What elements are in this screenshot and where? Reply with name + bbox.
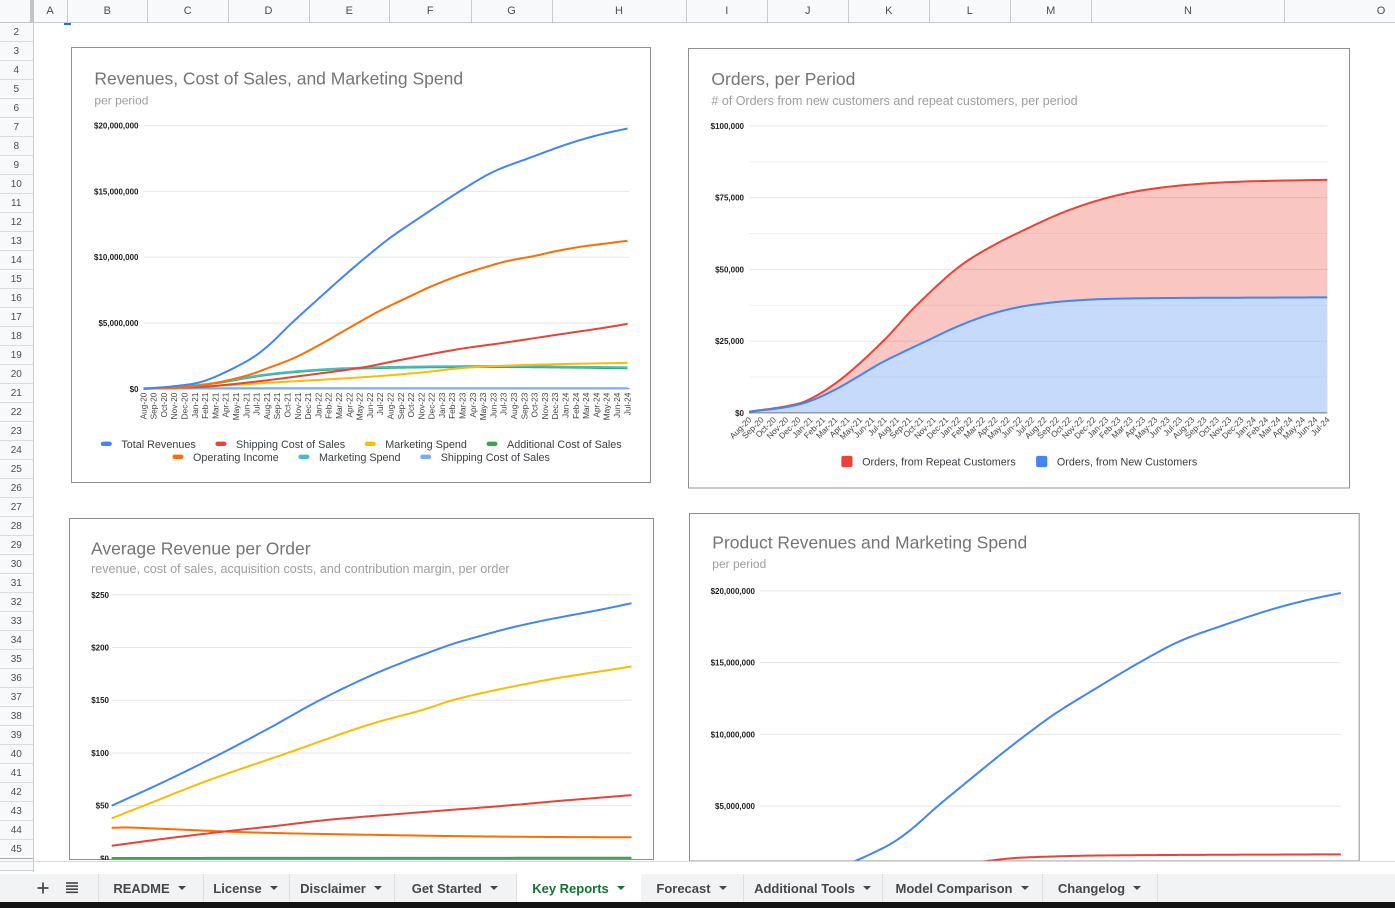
svg-text:Marketing Spend: Marketing Spend: [385, 439, 467, 451]
svg-text:Jan-22: Jan-22: [313, 392, 323, 418]
svg-text:$10,000,000: $10,000,000: [711, 730, 756, 739]
svg-text:Apr-23: Apr-23: [468, 392, 478, 417]
svg-text:$5,000,000: $5,000,000: [98, 319, 139, 328]
svg-text:Average Revenue per Order: Average Revenue per Order: [91, 538, 311, 558]
svg-text:Nov-23: Nov-23: [540, 392, 550, 419]
svg-text:Jul-23: Jul-23: [499, 392, 509, 415]
svg-text:Nov-20: Nov-20: [169, 392, 179, 419]
svg-text:Jun-24: Jun-24: [612, 392, 622, 418]
svg-text:$0: $0: [735, 409, 744, 418]
svg-text:Sep-22: Sep-22: [396, 392, 406, 419]
svg-text:Sep-23: Sep-23: [519, 392, 529, 419]
svg-text:Jul-24: Jul-24: [622, 392, 632, 415]
svg-text:Oct-21: Oct-21: [282, 392, 292, 417]
svg-text:Nov-21: Nov-21: [293, 392, 303, 419]
svg-text:revenue, cost of sales, acquis: revenue, cost of sales, acquisition cost…: [91, 561, 510, 575]
svg-text:Orders, per Period: Orders, per Period: [711, 69, 855, 89]
svg-text:per period: per period: [94, 94, 148, 108]
svg-text:Feb-24: Feb-24: [571, 392, 581, 419]
svg-text:Shipping Cost of Sales: Shipping Cost of Sales: [441, 452, 551, 464]
svg-text:May-24: May-24: [602, 392, 612, 420]
svg-text:Mar-23: Mar-23: [458, 392, 468, 419]
svg-text:Nov-22: Nov-22: [416, 392, 426, 419]
svg-text:May-22: May-22: [355, 392, 365, 420]
svg-text:Mar-24: Mar-24: [581, 392, 591, 419]
svg-text:Jun-22: Jun-22: [365, 392, 375, 418]
svg-text:Revenues, Cost of Sales, and M: Revenues, Cost of Sales, and Marketing S…: [94, 69, 463, 89]
svg-text:per period: per period: [712, 557, 766, 571]
svg-text:$200: $200: [91, 643, 109, 652]
svg-text:Aug-22: Aug-22: [385, 392, 395, 419]
svg-text:Apr-22: Apr-22: [344, 392, 354, 417]
svg-text:Jun-23: Jun-23: [488, 392, 498, 418]
svg-text:Orders, from Repeat Customers: Orders, from Repeat Customers: [862, 457, 1016, 469]
svg-text:Jul-22: Jul-22: [375, 392, 385, 415]
svg-text:$20,000,000: $20,000,000: [711, 587, 756, 596]
svg-text:Feb-23: Feb-23: [447, 392, 457, 419]
svg-text:$0: $0: [130, 385, 139, 394]
svg-text:$150: $150: [91, 696, 109, 705]
svg-text:Dec-20: Dec-20: [179, 392, 189, 419]
svg-text:$10,000,000: $10,000,000: [94, 253, 139, 262]
svg-text:Jul-21: Jul-21: [252, 392, 262, 415]
svg-text:$5,000,000: $5,000,000: [715, 802, 756, 811]
svg-text:Jan-23: Jan-23: [437, 392, 447, 418]
svg-text:Mar-21: Mar-21: [210, 392, 220, 419]
svg-text:$75,000: $75,000: [715, 194, 744, 203]
svg-text:$100: $100: [91, 748, 109, 757]
svg-text:Total Revenues: Total Revenues: [121, 439, 196, 451]
svg-text:$50,000: $50,000: [715, 265, 744, 274]
svg-text:$0: $0: [100, 854, 109, 860]
svg-text:Oct-23: Oct-23: [530, 392, 540, 417]
svg-text:Apr-24: Apr-24: [591, 392, 601, 417]
svg-text:Mar-22: Mar-22: [334, 392, 344, 419]
svg-text:Apr-21: Apr-21: [221, 392, 231, 417]
svg-text:Dec-23: Dec-23: [550, 392, 560, 419]
svg-text:May-23: May-23: [478, 392, 488, 420]
svg-text:$25,000: $25,000: [715, 337, 744, 346]
svg-text:Dec-22: Dec-22: [427, 392, 437, 419]
svg-text:Aug-21: Aug-21: [262, 392, 272, 419]
svg-text:$100,000: $100,000: [711, 122, 745, 131]
svg-text:Shipping Cost of Sales: Shipping Cost of Sales: [236, 439, 346, 451]
svg-text:Marketing Spend: Marketing Spend: [319, 452, 401, 464]
svg-text:Aug-20: Aug-20: [138, 392, 148, 419]
svg-text:Sep-20: Sep-20: [149, 392, 159, 419]
svg-text:$15,000,000: $15,000,000: [94, 187, 139, 196]
svg-text:$50: $50: [96, 801, 110, 810]
svg-text:$15,000,000: $15,000,000: [711, 659, 756, 668]
svg-text:Feb-22: Feb-22: [324, 392, 334, 419]
svg-text:Aug-23: Aug-23: [509, 392, 519, 419]
svg-text:Product Revenues and Marketing: Product Revenues and Marketing Spend: [712, 533, 1027, 553]
svg-text:Additional Cost of Sales: Additional Cost of Sales: [507, 439, 622, 451]
svg-text:$20,000,000: $20,000,000: [94, 122, 139, 131]
svg-text:Jun-21: Jun-21: [241, 392, 251, 418]
svg-text:Oct-22: Oct-22: [406, 392, 416, 417]
svg-text:May-21: May-21: [231, 392, 241, 420]
svg-text:Jan-24: Jan-24: [561, 392, 571, 418]
svg-text:Operating Income: Operating Income: [193, 452, 279, 464]
svg-text:# of Orders from new customers: # of Orders from new customers and repea…: [711, 94, 1077, 108]
svg-text:Oct-20: Oct-20: [159, 392, 169, 417]
svg-text:Feb-21: Feb-21: [200, 392, 210, 419]
svg-text:Dec-21: Dec-21: [303, 392, 313, 419]
svg-text:Sep-21: Sep-21: [272, 392, 282, 419]
svg-text:$250: $250: [91, 590, 109, 599]
svg-text:Jan-21: Jan-21: [190, 392, 200, 418]
svg-text:Orders, from New Customers: Orders, from New Customers: [1057, 457, 1198, 469]
